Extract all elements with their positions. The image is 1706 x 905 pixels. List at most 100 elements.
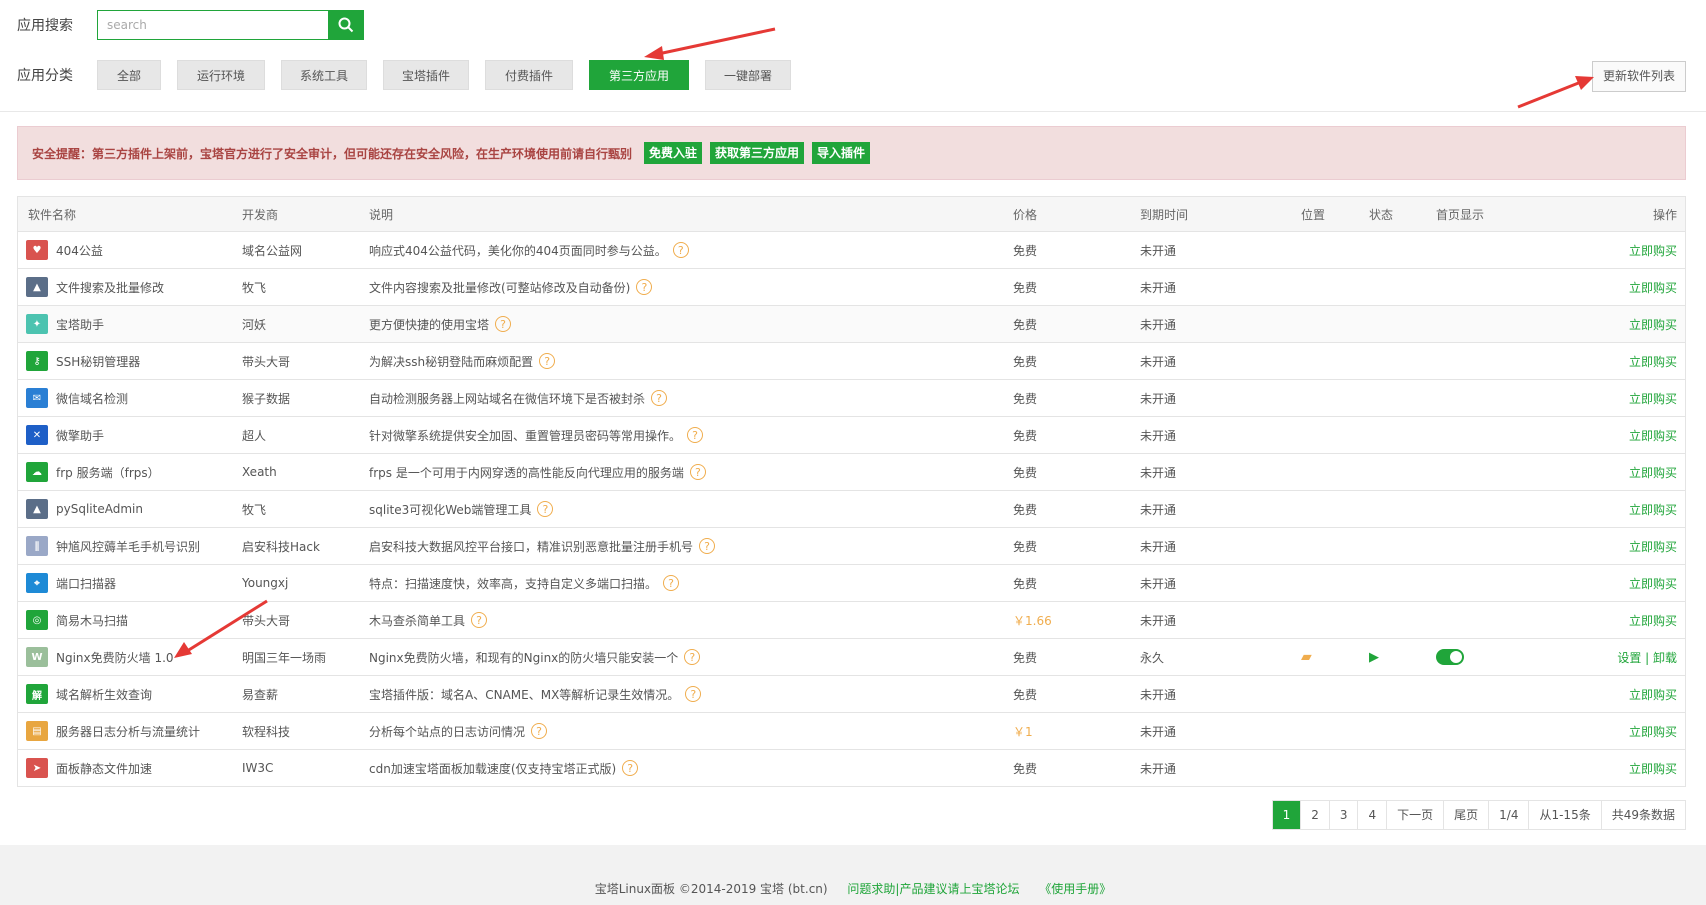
table-row: ✕ 微擎助手 超人 针对微擎系统提供安全加固、重置管理员密码等常用操作。 ? 免…	[18, 417, 1685, 454]
buy-now-link[interactable]: 立即购买	[1629, 602, 1677, 638]
cell-expire: 未开通	[1140, 687, 1177, 702]
page-indicator: 1/4	[1489, 801, 1530, 829]
buy-now-link[interactable]: 立即购买	[1629, 232, 1677, 268]
free-join-button[interactable]: 免费入驻	[644, 142, 703, 164]
buy-now-link[interactable]: 立即购买	[1629, 565, 1677, 601]
tab-one-click-deploy[interactable]: 一键部署	[705, 60, 791, 90]
help-icon[interactable]: ?	[537, 501, 554, 517]
help-icon[interactable]: ?	[699, 538, 716, 554]
cell-developer: 超人	[242, 428, 267, 443]
play-icon[interactable]: ▶	[1369, 639, 1379, 675]
buy-now-link[interactable]: 立即购买	[1629, 380, 1677, 416]
search-button[interactable]	[328, 10, 364, 40]
page-4[interactable]: 4	[1358, 801, 1388, 829]
page-1[interactable]: 1	[1272, 801, 1302, 829]
buy-now-link[interactable]: 立即购买	[1629, 676, 1677, 712]
cell-description: 文件内容搜索及批量修改(可整站修改及自动备份) ?	[369, 269, 653, 305]
settings-uninstall-links[interactable]: 设置 | 卸载	[1617, 639, 1677, 675]
software-name: SSH秘钥管理器	[56, 354, 141, 369]
search-icon	[338, 17, 354, 33]
buy-now-link[interactable]: 立即购买	[1629, 713, 1677, 749]
cell-developer: 带头大哥	[242, 354, 291, 369]
help-icon[interactable]: ?	[687, 427, 704, 443]
buy-now-link[interactable]: 立即购买	[1629, 528, 1677, 564]
table-row: 解 域名解析生效查询 易查薪 宝塔插件版：域名A、CNAME、MX等解析记录生效…	[18, 676, 1685, 713]
home-display-toggle[interactable]	[1436, 639, 1464, 675]
cell-description: 响应式404公益代码，美化你的404页面同时参与公益。 ?	[369, 232, 689, 268]
header-name: 软件名称	[28, 207, 77, 222]
help-icon[interactable]: ?	[651, 390, 668, 406]
help-icon[interactable]: ?	[672, 242, 689, 258]
help-icon[interactable]: ?	[622, 760, 639, 776]
help-icon[interactable]: ?	[495, 316, 512, 332]
cell-name: ✉ 微信域名检测	[26, 380, 128, 416]
cell-price: 免费	[1013, 280, 1038, 295]
folder-icon[interactable]: ▰	[1301, 639, 1312, 675]
cell-name: ∥ 钟馗风控薅羊毛手机号识别	[26, 528, 200, 564]
annotation-arrow-update	[1517, 76, 1594, 109]
software-name: 宝塔助手	[56, 317, 105, 332]
import-plugin-button[interactable]: 导入插件	[812, 142, 871, 164]
help-icon[interactable]: ?	[539, 353, 556, 369]
table-row: ⌖ 端口扫描器 Youngxj 特点：扫描速度快，效率高，支持自定义多端口扫描。…	[18, 565, 1685, 602]
cell-name: ▤ 服务器日志分析与流量统计	[26, 713, 200, 749]
cell-expire: 未开通	[1140, 354, 1177, 369]
buy-now-link[interactable]: 立即购买	[1629, 417, 1677, 453]
cell-description: 特点：扫描速度快，效率高，支持自定义多端口扫描。 ?	[369, 565, 680, 601]
security-alert: 安全提醒：第三方插件上架前，宝塔官方进行了安全审计，但可能还存在安全风险，在生产…	[17, 126, 1686, 180]
buy-now-link[interactable]: 立即购买	[1629, 269, 1677, 305]
cell-name: ➤ 面板静态文件加速	[26, 750, 152, 786]
help-icon[interactable]: ?	[684, 649, 701, 665]
table-body: ♥ 404公益 域名公益网 响应式404公益代码，美化你的404页面同时参与公益…	[18, 232, 1685, 787]
cell-developer: 易查薪	[242, 687, 279, 702]
table-row: ▲ 文件搜索及批量修改 牧飞 文件内容搜索及批量修改(可整站修改及自动备份) ?…	[18, 269, 1685, 306]
buy-now-link[interactable]: 立即购买	[1629, 491, 1677, 527]
software-name: 文件搜索及批量修改	[56, 280, 165, 295]
cell-name: ☁ frp 服务端（frps）	[26, 454, 160, 490]
last-page[interactable]: 尾页	[1444, 801, 1490, 829]
tab-runtime[interactable]: 运行环境	[177, 60, 265, 90]
next-page[interactable]: 下一页	[1387, 801, 1445, 829]
table-row: ✉ 微信域名检测 猴子数据 自动检测服务器上网站域名在微信环境下是否被封杀 ? …	[18, 380, 1685, 417]
help-icon[interactable]: ?	[689, 464, 706, 480]
header-developer: 开发商	[242, 207, 279, 222]
tools-icon: ✕	[26, 425, 48, 445]
footer-forum-link[interactable]: 问题求助|产品建议请上宝塔论坛	[847, 882, 1019, 896]
software-name: 简易木马扫描	[56, 613, 129, 628]
search-row: 应用搜索	[17, 10, 364, 40]
cell-name: W Nginx免费防火墙 1.0	[26, 639, 174, 675]
help-icon[interactable]: ?	[685, 686, 702, 702]
software-name: pySqliteAdmin	[56, 502, 143, 516]
range-indicator: 从1-15条	[1529, 801, 1602, 829]
cell-developer: 带头大哥	[242, 613, 291, 628]
help-icon[interactable]: ?	[636, 279, 653, 295]
cell-price: 免费	[1013, 243, 1038, 258]
cell-name: ♥ 404公益	[26, 232, 103, 268]
bars-icon: ∥	[26, 536, 48, 556]
cell-expire: 永久	[1140, 650, 1165, 665]
page-2[interactable]: 2	[1301, 801, 1330, 829]
buy-now-link[interactable]: 立即购买	[1629, 343, 1677, 379]
tab-all[interactable]: 全部	[97, 60, 161, 90]
buy-now-link[interactable]: 立即购买	[1629, 750, 1677, 786]
tab-system-tools[interactable]: 系统工具	[281, 60, 367, 90]
tab-third-party[interactable]: 第三方应用	[589, 60, 689, 90]
cell-price: 免费	[1013, 428, 1038, 443]
cell-price: 免费	[1013, 650, 1038, 665]
buy-now-link[interactable]: 立即购买	[1629, 306, 1677, 342]
buy-now-link[interactable]: 立即购买	[1629, 454, 1677, 490]
update-software-list-button[interactable]: 更新软件列表	[1592, 61, 1686, 92]
page-3[interactable]: 3	[1330, 801, 1359, 829]
header-price: 价格	[1013, 207, 1038, 222]
help-icon[interactable]: ?	[471, 612, 488, 628]
tab-bt-plugins[interactable]: 宝塔插件	[383, 60, 469, 90]
cell-expire: 未开通	[1140, 724, 1177, 739]
divider	[0, 111, 1706, 112]
help-icon[interactable]: ?	[531, 723, 548, 739]
get-third-party-button[interactable]: 获取第三方应用	[710, 142, 805, 164]
footer-manual-link[interactable]: 《使用手册》	[1039, 882, 1111, 896]
search-input[interactable]	[97, 10, 328, 40]
help-icon[interactable]: ?	[663, 575, 680, 591]
software-name: 404公益	[56, 243, 103, 258]
tab-paid-plugins[interactable]: 付费插件	[485, 60, 573, 90]
